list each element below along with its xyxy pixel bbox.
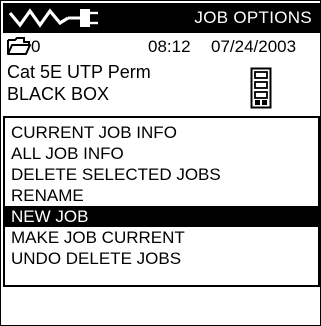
- menu-item-current-job-info[interactable]: CURRENT JOB INFO: [5, 122, 318, 143]
- cable-type-label: Cat 5E UTP Perm: [7, 62, 151, 82]
- clock-date: 07/24/2003: [211, 37, 297, 56]
- job-name-label: BLACK BOX: [7, 84, 110, 104]
- menu-item-delete-selected-jobs[interactable]: DELETE SELECTED JOBS: [5, 164, 318, 185]
- job-count: 0: [31, 37, 41, 56]
- menu-item-new-job[interactable]: NEW JOB: [5, 206, 318, 227]
- menu-item-rename[interactable]: RENAME: [5, 185, 318, 206]
- status-row: 0 08:12 07/24/2003: [5, 35, 317, 59]
- menu-item-undo-delete-jobs[interactable]: UNDO DELETE JOBS: [5, 248, 318, 269]
- page-title: JOB OPTIONS: [194, 8, 312, 27]
- clock-time: 08:12: [148, 37, 191, 56]
- remote-unit-icon: [250, 67, 272, 109]
- cable-tester-logo-icon: [8, 8, 98, 28]
- job-options-menu: CURRENT JOB INFO ALL JOB INFO DELETE SEL…: [3, 116, 320, 287]
- title-bar: JOB OPTIONS: [3, 3, 320, 33]
- menu-item-make-job-current[interactable]: MAKE JOB CURRENT: [5, 227, 318, 248]
- device-screen: JOB OPTIONS 0 08:12 07/24/2003 Cat 5E UT…: [0, 0, 321, 326]
- menu-item-all-job-info[interactable]: ALL JOB INFO: [5, 143, 318, 164]
